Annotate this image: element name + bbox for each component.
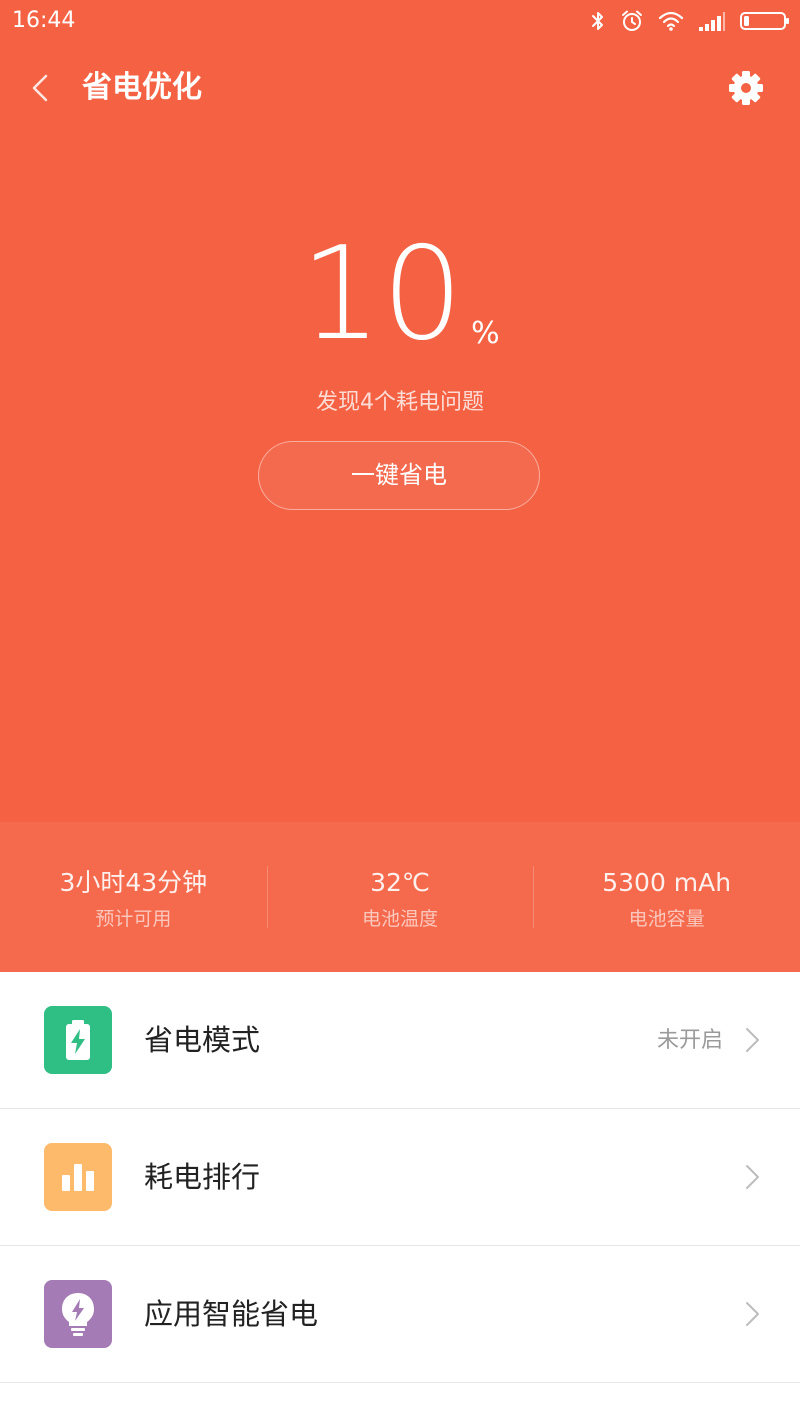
page-title: 省电优化 (82, 70, 202, 105)
list-item-app-smart-power-saving[interactable]: 应用智能省电 (0, 1246, 800, 1383)
list-item-status: 未开启 (656, 1028, 723, 1053)
back-button[interactable] (20, 66, 64, 110)
signal-icon (699, 12, 725, 31)
battery-charging-icon (44, 1006, 112, 1074)
battery-header-panel: 16:44 省电优化 10 % 发现4个耗电问题 一键省电 3小时43分钟 预计… (0, 0, 800, 972)
chevron-right-icon (746, 1165, 759, 1189)
stat-label: 电池容量 (628, 908, 705, 930)
list-item-label: 耗电排行 (144, 1160, 261, 1194)
stat-value: 5300 mAh (602, 868, 732, 897)
stat-battery-temperature: 32℃ 电池温度 (266, 822, 534, 972)
stat-value: 32℃ (370, 868, 430, 897)
issues-found-text: 发现4个耗电问题 (316, 390, 484, 415)
status-bar: 16:44 (0, 0, 800, 44)
stat-label: 电池温度 (362, 908, 439, 930)
bluetooth-icon (592, 12, 603, 30)
battery-status-icon (740, 12, 789, 30)
stat-label: 预计可用 (95, 908, 172, 930)
percent-sign: % (471, 316, 500, 351)
chevron-left-icon (32, 74, 48, 102)
app-bar: 省电优化 (0, 52, 800, 124)
settings-list: 省电模式 未开启 耗电排行 应用智能省电 (0, 972, 800, 1383)
list-item-label: 省电模式 (144, 1023, 261, 1057)
list-item-power-ranking[interactable]: 耗电排行 (0, 1109, 800, 1246)
wifi-icon (658, 11, 684, 31)
battery-percentage: 10% (0, 220, 800, 370)
stat-battery-capacity: 5300 mAh 电池容量 (533, 822, 800, 972)
alarm-icon (622, 10, 642, 31)
chevron-right-icon (746, 1302, 759, 1326)
gear-icon (729, 71, 763, 105)
chevron-right-icon (746, 1028, 759, 1052)
settings-button[interactable] (726, 68, 766, 108)
bar-chart-icon (44, 1143, 112, 1211)
list-item-power-saving-mode[interactable]: 省电模式 未开启 (0, 972, 800, 1109)
battery-stats: 3小时43分钟 预计可用 32℃ 电池温度 5300 mAh 电池容量 (0, 822, 800, 972)
status-icons (590, 8, 790, 34)
stat-estimated-time: 3小时43分钟 预计可用 (0, 822, 267, 972)
battery-percent-value: 10 (300, 220, 464, 369)
stat-value: 3小时43分钟 (59, 868, 208, 897)
one-click-optimize-button[interactable]: 一键省电 (258, 441, 540, 510)
lightbulb-bolt-icon (44, 1280, 112, 1348)
list-item-label: 应用智能省电 (144, 1297, 319, 1331)
status-time: 16:44 (12, 8, 76, 33)
